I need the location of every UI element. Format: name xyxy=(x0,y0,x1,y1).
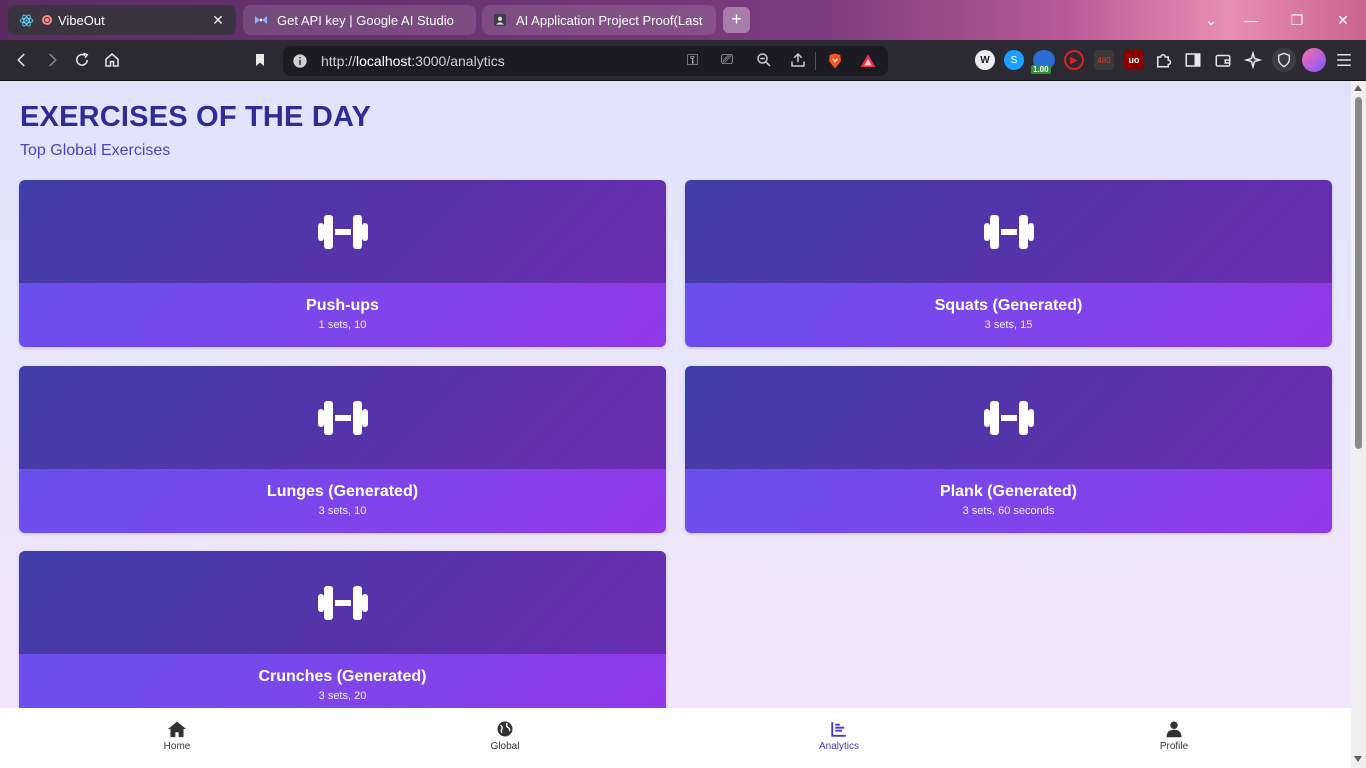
reload-icon[interactable] xyxy=(70,48,94,72)
url-host: localhost xyxy=(356,53,412,69)
ai-studio-icon xyxy=(253,12,269,28)
share-icon[interactable] xyxy=(789,51,807,74)
exercise-name: Crunches (Generated) xyxy=(258,668,427,685)
page-scrollbar[interactable] xyxy=(1351,81,1366,768)
exercise-detail: 3 sets, 15 xyxy=(984,319,1033,331)
tab-title: Get API key | Google AI Studio xyxy=(277,12,454,28)
exercise-card-body: Crunches (Generated) 3 sets, 20 xyxy=(19,654,666,708)
password-key-icon[interactable]: ⚿ xyxy=(687,52,698,69)
menu-icon[interactable] xyxy=(1332,48,1356,72)
close-tab-icon[interactable]: ✕ xyxy=(210,12,226,29)
nav-home[interactable]: Home xyxy=(117,720,237,752)
bottom-navigation: Home Global Analytics Profile xyxy=(0,708,1351,768)
exercise-detail: 3 sets, 20 xyxy=(318,690,367,702)
nav-analytics[interactable]: Analytics xyxy=(779,720,899,752)
nav-label: Analytics xyxy=(818,741,859,752)
url-prefix: http:// xyxy=(321,53,357,69)
exercise-name: Squats (Generated) xyxy=(934,297,1083,314)
url-text: http://localhost:3000/analytics xyxy=(321,53,505,69)
profile-avatar-icon[interactable] xyxy=(1302,48,1326,72)
contact-icon xyxy=(492,12,508,28)
forward-icon[interactable] xyxy=(40,48,64,72)
dumbbell-icon xyxy=(317,400,368,435)
exercise-card[interactable]: Crunches (Generated) 3 sets, 20 xyxy=(19,551,666,708)
back-icon[interactable] xyxy=(10,48,34,72)
browser-tab-strip: VibeOut ✕ Get API key | Google AI Studio… xyxy=(0,0,1366,40)
leo-ai-icon[interactable] xyxy=(1241,48,1265,72)
close-window-icon[interactable]: ✕ xyxy=(1320,0,1366,40)
shazam-extension-icon[interactable]: S xyxy=(1004,50,1024,70)
tab-ai-application[interactable]: AI Application Project Proof(Last da xyxy=(482,5,716,35)
page-title: EXERCISES OF THE DAY xyxy=(20,101,372,133)
divider xyxy=(815,52,816,70)
tab-title: VibeOut xyxy=(58,12,105,28)
page-subtitle: Top Global Exercises xyxy=(20,142,171,159)
exercise-card-body: Plank (Generated) 3 sets, 60 seconds xyxy=(685,469,1332,533)
exercise-detail: 3 sets, 60 seconds xyxy=(962,505,1055,517)
exercise-card-header xyxy=(685,180,1332,283)
home-icon xyxy=(168,721,186,738)
nav-label: Profile xyxy=(1159,741,1189,752)
tab-ai-studio[interactable]: Get API key | Google AI Studio xyxy=(243,5,476,35)
exercise-card-header xyxy=(19,551,666,654)
exercise-name: Plank (Generated) xyxy=(940,483,1077,500)
zoom-out-icon[interactable] xyxy=(755,51,773,74)
site-info-icon[interactable] xyxy=(292,53,308,69)
record-extension-icon[interactable]: ▶ xyxy=(1064,50,1084,70)
url-path: :3000/analytics xyxy=(411,53,505,69)
nav-profile[interactable]: Profile xyxy=(1114,720,1234,752)
extensions-puzzle-icon[interactable] xyxy=(1151,48,1175,72)
nav-label: Global xyxy=(490,741,520,752)
brave-shields-icon[interactable] xyxy=(826,51,844,76)
exercise-card-header xyxy=(19,366,666,469)
exercise-card-header xyxy=(685,366,1332,469)
brave-rewards-icon[interactable] xyxy=(859,52,877,75)
tab-title: AI Application Project Proof(Last da xyxy=(516,12,706,28)
browser-toolbar: http://localhost:3000/analytics ⚿ ⎚ W S … xyxy=(0,40,1366,81)
dumbbell-icon xyxy=(983,214,1034,249)
ublock-extension-icon[interactable]: uo xyxy=(1124,50,1144,70)
exercise-card-body: Lunges (Generated) 3 sets, 10 xyxy=(19,469,666,533)
dumbbell-icon xyxy=(317,214,368,249)
user-icon xyxy=(1166,721,1182,738)
exercise-card-header xyxy=(19,180,666,283)
recording-icon xyxy=(42,15,52,25)
exercise-card[interactable]: Squats (Generated) 3 sets, 15 xyxy=(685,180,1332,347)
exercise-name: Lunges (Generated) xyxy=(266,483,419,500)
tab-vibeout[interactable]: VibeOut ✕ xyxy=(8,5,236,35)
exercise-card[interactable]: Push-ups 1 sets, 10 xyxy=(19,180,666,347)
scroll-down-arrow-icon[interactable] xyxy=(1354,756,1362,762)
minimize-icon[interactable]: — xyxy=(1228,0,1274,40)
bar-chart-icon xyxy=(831,722,846,737)
vpn-shield-icon[interactable] xyxy=(1272,48,1296,72)
new-tab-button[interactable]: + xyxy=(723,7,750,33)
exercise-card-body: Squats (Generated) 3 sets, 15 xyxy=(685,283,1332,347)
install-app-icon[interactable]: ⎚ xyxy=(721,51,733,68)
sidebar-icon[interactable] xyxy=(1181,48,1205,72)
exercise-name: Push-ups xyxy=(306,297,379,314)
exercise-card-body: Push-ups 1 sets, 10 xyxy=(19,283,666,347)
home-icon[interactable] xyxy=(100,48,124,72)
nav-global[interactable]: Global xyxy=(445,720,565,752)
speed-extension-icon[interactable]: 1.00 xyxy=(1031,50,1055,74)
globe-icon xyxy=(497,721,513,737)
nav-label: Home xyxy=(163,741,191,752)
extension-badge: 1.00 xyxy=(1031,65,1051,74)
bookmark-icon[interactable] xyxy=(248,48,272,72)
wikipedia-extension-icon[interactable]: W xyxy=(975,50,995,70)
dumbbell-icon xyxy=(983,400,1034,435)
exercise-detail: 3 sets, 10 xyxy=(318,505,367,517)
resolution-extension-icon[interactable]: 480 xyxy=(1094,50,1114,70)
analytics-page: EXERCISES OF THE DAY Top Global Exercise… xyxy=(0,81,1351,708)
exercise-detail: 1 sets, 10 xyxy=(318,319,367,331)
wallet-icon[interactable] xyxy=(1211,48,1235,72)
restore-icon[interactable]: ❐ xyxy=(1274,0,1320,40)
exercise-card[interactable]: Lunges (Generated) 3 sets, 10 xyxy=(19,366,666,533)
scrollbar-thumb[interactable] xyxy=(1355,97,1362,449)
react-icon xyxy=(18,12,34,28)
address-bar[interactable]: http://localhost:3000/analytics ⚿ ⎚ xyxy=(283,46,888,76)
exercise-card[interactable]: Plank (Generated) 3 sets, 60 seconds xyxy=(685,366,1332,533)
dumbbell-icon xyxy=(317,585,368,620)
scroll-up-arrow-icon[interactable] xyxy=(1354,85,1362,91)
